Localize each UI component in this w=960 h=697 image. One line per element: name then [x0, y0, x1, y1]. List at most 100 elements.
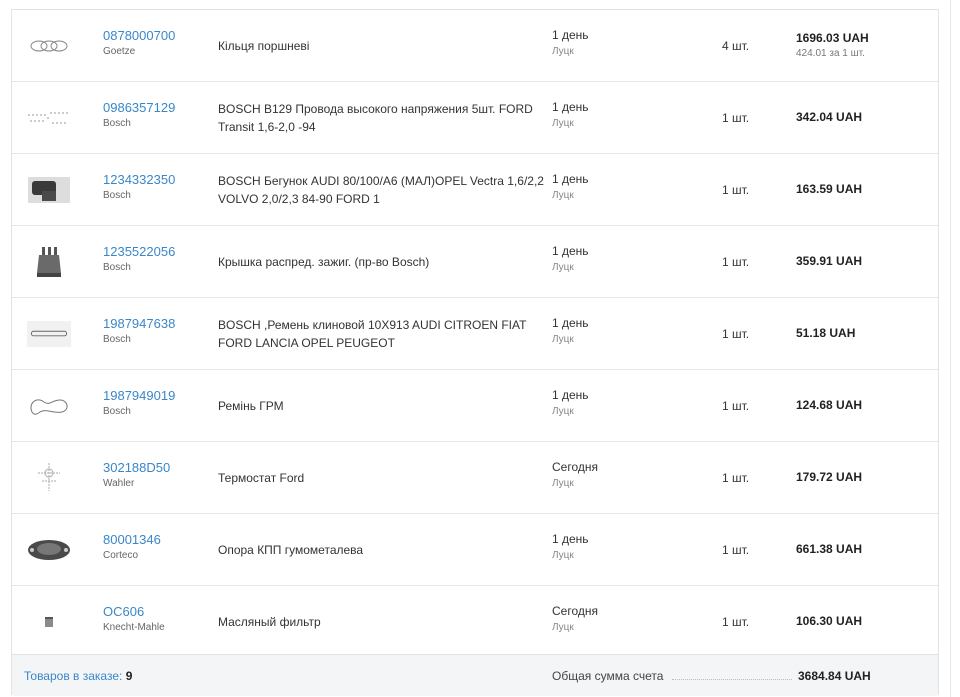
product-thumbnail[interactable] — [26, 100, 72, 136]
delivery-city: Луцк — [552, 478, 574, 489]
delivery-city: Луцк — [552, 262, 574, 273]
price-cell: 124.68 UAH — [796, 370, 862, 441]
ignition-wires-icon — [28, 112, 70, 124]
product-thumbnail[interactable] — [26, 316, 72, 352]
article-cell: 80001346 Corteco — [103, 532, 161, 563]
product-thumbnail[interactable] — [26, 28, 72, 64]
delivery-cell: 1 день Луцк — [552, 532, 589, 563]
delivery-time: 1 день — [552, 100, 589, 114]
article-code-link[interactable]: 80001346 — [103, 532, 161, 548]
items-count-label: Товаров в заказе: — [24, 669, 123, 683]
order-item-row-5: 1987947638 Bosch BOSCH ,Ремень клиновой … — [12, 298, 938, 370]
quantity: 1 шт. — [722, 254, 750, 269]
article-code-link[interactable]: 1987949019 — [103, 388, 175, 404]
product-name: Термостат Ford — [218, 470, 305, 485]
delivery-time: 1 день — [552, 388, 589, 402]
delivery-city: Луцк — [552, 334, 574, 345]
article-cell: 1235522056 Bosch — [103, 244, 175, 275]
quantity: 1 шт. — [722, 542, 750, 557]
price-cell: 359.91 UAH — [796, 226, 862, 297]
product-thumbnail[interactable] — [26, 532, 72, 568]
order-item-row-2: 0986357129 Bosch BOSCH B129 Провода высо… — [12, 82, 938, 154]
brand-name: Bosch — [103, 118, 131, 129]
quantity: 1 шт. — [722, 326, 750, 341]
order-item-row-7: 302188D50 Wahler Термостат Ford Сегодня … — [12, 442, 938, 514]
delivery-time: 1 день — [552, 244, 589, 258]
delivery-time: 1 день — [552, 28, 589, 42]
delivery-cell: 1 день Луцк — [552, 388, 589, 419]
brand-name: Bosch — [103, 262, 131, 273]
items-count-value: 9 — [125, 669, 133, 683]
v-belt-icon — [26, 321, 72, 347]
scrollbar[interactable] — [950, 0, 957, 697]
thermostat-icon — [38, 463, 60, 491]
delivery-cell: 1 день Луцк — [552, 100, 589, 131]
product-thumbnail[interactable] — [26, 460, 72, 496]
delivery-cell: 1 день Луцк — [552, 28, 589, 59]
quantity: 1 шт. — [722, 470, 750, 485]
product-name: Масляный фильтр — [218, 614, 321, 629]
price-cell: 661.38 UAH — [796, 514, 862, 585]
article-code-link[interactable]: 302188D50 — [103, 460, 170, 476]
delivery-time: 1 день — [552, 172, 589, 186]
price-total: 1696.03 UAH — [796, 31, 869, 45]
product-name: Крышка распред. зажиг. (пр-во Bosch) — [218, 254, 430, 269]
brand-name: Corteco — [103, 550, 139, 561]
price-total: 359.91 UAH — [796, 254, 863, 268]
oil-filter-icon — [45, 617, 53, 627]
delivery-city: Луцк — [552, 550, 574, 561]
order-items-list: 0878000700 Goetze Кільця поршневі 1 день… — [12, 10, 938, 658]
brand-name: Bosch — [103, 190, 131, 201]
order-item-row-4: 1235522056 Bosch Крышка распред. зажиг. … — [12, 226, 938, 298]
article-code-link[interactable]: 1235522056 — [103, 244, 175, 260]
order-summary-footer: Товаров в заказе: 9 Общая сумма счета 36… — [12, 654, 938, 696]
order-item-row-3: 1234332350 Bosch BOSCH Бегунок AUDI 80/1… — [12, 154, 938, 226]
distributor-cap-icon — [37, 247, 61, 277]
product-name: Кільця поршневі — [218, 38, 310, 53]
order-items-card: 0878000700 Goetze Кільця поршневі 1 день… — [11, 9, 939, 696]
price-cell: 342.04 UAH — [796, 82, 862, 153]
delivery-city: Луцк — [552, 46, 574, 57]
article-cell: 1987949019 Bosch — [103, 388, 175, 419]
brand-name: Bosch — [103, 334, 131, 345]
article-cell: 0878000700 Goetze — [103, 28, 175, 59]
article-code-link[interactable]: OC606 — [103, 604, 165, 620]
article-code-link[interactable]: 0986357129 — [103, 100, 175, 116]
order-item-row-1: 0878000700 Goetze Кільця поршневі 1 день… — [12, 10, 938, 82]
product-thumbnail[interactable] — [26, 388, 72, 424]
product-name: BOSCH B129 Провода высокого напряжения 5… — [218, 101, 533, 134]
quantity: 1 шт. — [722, 182, 750, 197]
product-thumbnail[interactable] — [26, 244, 72, 280]
timing-belt-icon — [30, 399, 68, 415]
delivery-time: 1 день — [552, 316, 589, 330]
price-total: 342.04 UAH — [796, 110, 863, 124]
article-cell: 1987947638 Bosch — [103, 316, 175, 347]
piston-rings-icon — [30, 40, 68, 52]
brand-name: Goetze — [103, 46, 136, 57]
price-total: 661.38 UAH — [796, 542, 863, 556]
gearbox-mount-icon — [28, 540, 70, 560]
total-sum-label: Общая сумма счета — [552, 669, 664, 683]
article-code-link[interactable]: 1234332350 — [103, 172, 175, 188]
product-name: BOSCH Бегунок AUDI 80/100/A6 (МАЛ)OPEL V… — [218, 173, 544, 206]
article-code-link[interactable]: 0878000700 — [103, 28, 175, 44]
brand-name: Wahler — [103, 478, 135, 489]
delivery-time: 1 день — [552, 532, 589, 546]
price-total: 51.18 UAH — [796, 326, 856, 340]
price-cell: 51.18 UAH — [796, 298, 855, 369]
delivery-time: Сегодня — [552, 460, 598, 474]
product-name: Ремінь ГРМ — [218, 398, 284, 413]
product-thumbnail[interactable] — [26, 604, 72, 640]
price-cell: 163.59 UAH — [796, 154, 862, 225]
quantity: 1 шт. — [722, 614, 750, 629]
items-count: Товаров в заказе: 9 — [24, 669, 132, 683]
article-code-link[interactable]: 1987947638 — [103, 316, 175, 332]
product-thumbnail[interactable] — [26, 172, 72, 208]
delivery-cell: Сегодня Луцк — [552, 460, 598, 491]
product-name: Опора КПП гумометалева — [218, 542, 364, 557]
price-total: 163.59 UAH — [796, 182, 863, 196]
delivery-city: Луцк — [552, 406, 574, 417]
quantity: 1 шт. — [722, 110, 750, 125]
brand-name: Knecht-Mahle — [103, 622, 165, 633]
article-cell: OC606 Knecht-Mahle — [103, 604, 165, 635]
